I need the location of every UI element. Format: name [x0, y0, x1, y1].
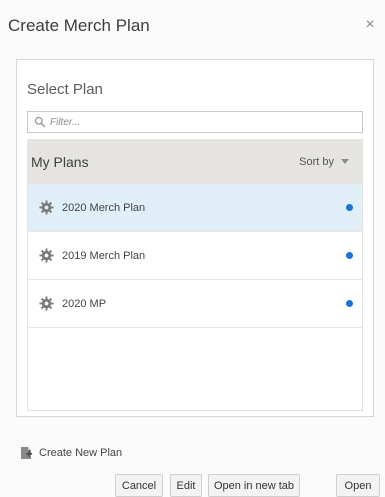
plan-row-2020-merch-plan[interactable]: 2020 Merch Plan: [28, 184, 362, 232]
create-new-plan-link[interactable]: Create New Plan: [20, 446, 122, 460]
search-icon: [34, 116, 46, 128]
open-in-new-tab-button[interactable]: Open in new tab: [208, 474, 300, 497]
edit-button[interactable]: Edit: [170, 474, 202, 497]
sort-by-dropdown[interactable]: Sort by: [299, 156, 349, 168]
filter-field[interactable]: [27, 111, 363, 133]
plan-row-2020-mp[interactable]: 2020 MP: [28, 280, 362, 328]
open-button[interactable]: Open: [336, 474, 380, 497]
plan-label: 2020 Merch Plan: [62, 201, 146, 214]
create-merch-plan-dialog: Create Merch Plan × Select Plan My Plans…: [0, 0, 385, 497]
close-icon[interactable]: ×: [363, 17, 377, 33]
plan-label: 2020 MP: [62, 297, 107, 310]
list-title: My Plans: [31, 153, 89, 170]
sort-by-label: Sort by: [299, 155, 334, 168]
filter-input[interactable]: [50, 116, 350, 128]
gear-icon: [39, 248, 54, 263]
create-plan-icon: [21, 447, 32, 459]
status-dot-icon: [346, 252, 353, 259]
select-plan-panel: Select Plan My Plans Sort by: [16, 59, 374, 417]
status-dot-icon: [346, 300, 353, 307]
dialog-title: Create Merch Plan: [8, 16, 150, 35]
plan-list: 2020 Merch Plan 2019 Merch Plan 2020 MP: [27, 184, 363, 411]
gear-icon: [39, 200, 54, 215]
gear-icon: [39, 296, 54, 311]
plan-label: 2019 Merch Plan: [62, 249, 146, 262]
list-header: My Plans Sort by: [27, 139, 363, 184]
chevron-down-icon: [341, 159, 349, 164]
panel-heading: Select Plan: [27, 81, 103, 98]
status-dot-icon: [346, 204, 353, 211]
plan-row-2019-merch-plan[interactable]: 2019 Merch Plan: [28, 232, 362, 280]
create-new-plan-label: Create New Plan: [39, 447, 123, 459]
cancel-button[interactable]: Cancel: [115, 474, 163, 497]
